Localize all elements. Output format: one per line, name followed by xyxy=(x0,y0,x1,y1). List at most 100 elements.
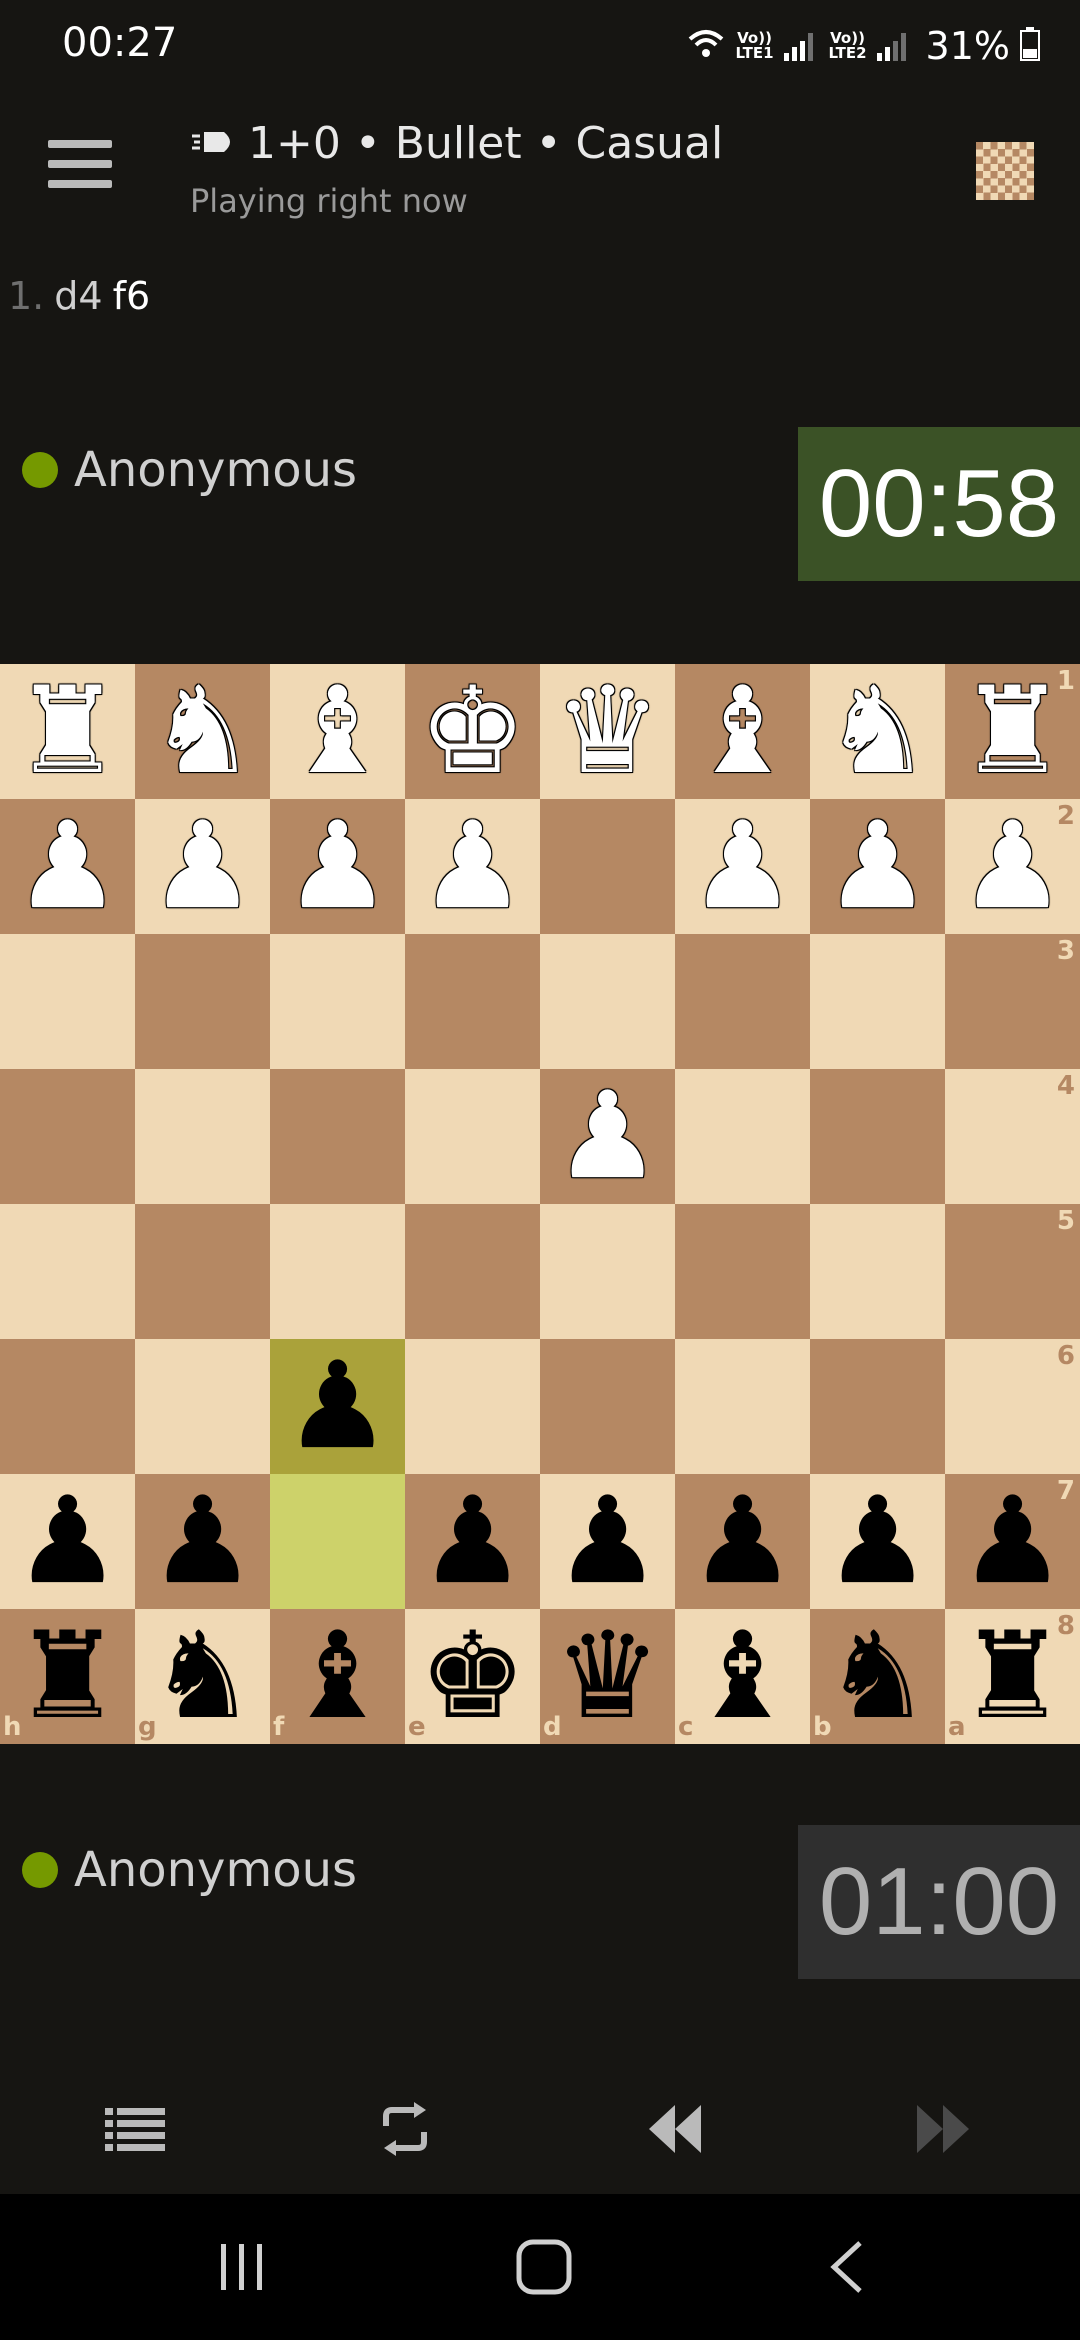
square-d3[interactable] xyxy=(540,934,675,1069)
black-pawn-icon[interactable]: ♟ xyxy=(554,1481,662,1602)
white-pawn-icon[interactable]: ♟ xyxy=(554,1076,662,1197)
white-bishop-icon[interactable]: ♝ xyxy=(689,671,797,792)
black-bishop-icon[interactable]: ♝ xyxy=(284,1616,392,1737)
board-settings-button[interactable] xyxy=(976,142,1034,200)
black-rook-icon[interactable]: ♜ xyxy=(959,1616,1067,1737)
square-b1[interactable]: ♞ xyxy=(810,664,945,799)
square-a7[interactable]: ♟ 7 xyxy=(945,1474,1080,1609)
square-h8[interactable]: ♜ h xyxy=(0,1609,135,1744)
white-pawn-icon[interactable]: ♟ xyxy=(419,806,527,927)
square-g8[interactable]: ♞ g xyxy=(135,1609,270,1744)
black-pawn-icon[interactable]: ♟ xyxy=(419,1481,527,1602)
square-c6[interactable] xyxy=(675,1339,810,1474)
square-b4[interactable] xyxy=(810,1069,945,1204)
square-e8[interactable]: ♚ e xyxy=(405,1609,540,1744)
square-e7[interactable]: ♟ xyxy=(405,1474,540,1609)
white-pawn-icon[interactable]: ♟ xyxy=(149,806,257,927)
square-h4[interactable] xyxy=(0,1069,135,1204)
square-b2[interactable]: ♟ xyxy=(810,799,945,934)
white-rook-icon[interactable]: ♜ xyxy=(14,671,122,792)
square-d2[interactable] xyxy=(540,799,675,934)
square-e2[interactable]: ♟ xyxy=(405,799,540,934)
square-c3[interactable] xyxy=(675,934,810,1069)
white-pawn-icon[interactable]: ♟ xyxy=(824,806,932,927)
square-b7[interactable]: ♟ xyxy=(810,1474,945,1609)
white-queen-icon[interactable]: ♛ xyxy=(554,671,662,792)
recents-button[interactable] xyxy=(192,2228,292,2306)
next-move-button[interactable] xyxy=(898,2094,988,2164)
square-e4[interactable] xyxy=(405,1069,540,1204)
flip-board-button[interactable] xyxy=(360,2094,450,2164)
black-pawn-icon[interactable]: ♟ xyxy=(824,1481,932,1602)
square-a8[interactable]: ♜ 8 a xyxy=(945,1609,1080,1744)
square-a2[interactable]: ♟ 2 xyxy=(945,799,1080,934)
square-b5[interactable] xyxy=(810,1204,945,1339)
square-f2[interactable]: ♟ xyxy=(270,799,405,934)
square-a5[interactable]: 5 xyxy=(945,1204,1080,1339)
square-e6[interactable] xyxy=(405,1339,540,1474)
square-e1[interactable]: ♚ xyxy=(405,664,540,799)
square-a3[interactable]: 3 xyxy=(945,934,1080,1069)
black-knight-icon[interactable]: ♞ xyxy=(149,1616,257,1737)
white-king-icon[interactable]: ♚ xyxy=(419,671,527,792)
white-pawn-icon[interactable]: ♟ xyxy=(14,806,122,927)
square-b6[interactable] xyxy=(810,1339,945,1474)
square-f8[interactable]: ♝ f xyxy=(270,1609,405,1744)
square-c4[interactable] xyxy=(675,1069,810,1204)
black-bishop-icon[interactable]: ♝ xyxy=(689,1616,797,1737)
square-h3[interactable] xyxy=(0,934,135,1069)
square-c1[interactable]: ♝ xyxy=(675,664,810,799)
black-pawn-icon[interactable]: ♟ xyxy=(149,1481,257,1602)
square-g4[interactable] xyxy=(135,1069,270,1204)
square-g3[interactable] xyxy=(135,934,270,1069)
black-pawn-icon[interactable]: ♟ xyxy=(14,1481,122,1602)
menu-button[interactable] xyxy=(48,140,112,196)
square-h6[interactable] xyxy=(0,1339,135,1474)
square-a1[interactable]: ♜ 1 xyxy=(945,664,1080,799)
home-button[interactable] xyxy=(494,2228,594,2306)
chess-board[interactable]: ♜ ♞ ♝ ♚ ♛ ♝ ♞ ♜ 1 ♟ ♟ ♟ ♟ ♟ ♟ ♟ 2 3 ♟ 4 5 ♟ 6 ♟ ♟ ♟ ♟ ♟ ♟ ♟ 7 ♜ h ♞ g ♝ f ♚ e ♛… xyxy=(0,664,1080,1744)
square-d5[interactable] xyxy=(540,1204,675,1339)
square-g1[interactable]: ♞ xyxy=(135,664,270,799)
square-c5[interactable] xyxy=(675,1204,810,1339)
square-f5[interactable] xyxy=(270,1204,405,1339)
system-back-button[interactable] xyxy=(796,2228,896,2306)
move-white[interactable]: d4 xyxy=(54,274,102,318)
square-f1[interactable]: ♝ xyxy=(270,664,405,799)
black-rook-icon[interactable]: ♜ xyxy=(14,1616,122,1737)
square-c7[interactable]: ♟ xyxy=(675,1474,810,1609)
black-pawn-icon[interactable]: ♟ xyxy=(689,1481,797,1602)
square-a4[interactable]: 4 xyxy=(945,1069,1080,1204)
square-h2[interactable]: ♟ xyxy=(0,799,135,934)
square-h5[interactable] xyxy=(0,1204,135,1339)
black-queen-icon[interactable]: ♛ xyxy=(554,1616,662,1737)
square-g7[interactable]: ♟ xyxy=(135,1474,270,1609)
white-knight-icon[interactable]: ♞ xyxy=(824,671,932,792)
square-f4[interactable] xyxy=(270,1069,405,1204)
square-h1[interactable]: ♜ xyxy=(0,664,135,799)
square-d8[interactable]: ♛ d xyxy=(540,1609,675,1744)
black-pawn-icon[interactable]: ♟ xyxy=(959,1481,1067,1602)
square-c2[interactable]: ♟ xyxy=(675,799,810,934)
square-a6[interactable]: 6 xyxy=(945,1339,1080,1474)
black-king-icon[interactable]: ♚ xyxy=(419,1616,527,1737)
white-pawn-icon[interactable]: ♟ xyxy=(959,806,1067,927)
square-g2[interactable]: ♟ xyxy=(135,799,270,934)
square-d6[interactable] xyxy=(540,1339,675,1474)
square-b3[interactable] xyxy=(810,934,945,1069)
square-f3[interactable] xyxy=(270,934,405,1069)
square-f6[interactable]: ♟ xyxy=(270,1339,405,1474)
white-pawn-icon[interactable]: ♟ xyxy=(284,806,392,927)
white-rook-icon[interactable]: ♜ xyxy=(959,671,1067,792)
square-g6[interactable] xyxy=(135,1339,270,1474)
white-knight-icon[interactable]: ♞ xyxy=(149,671,257,792)
move-black[interactable]: f6 xyxy=(113,274,151,318)
square-h7[interactable]: ♟ xyxy=(0,1474,135,1609)
square-d4[interactable]: ♟ xyxy=(540,1069,675,1204)
square-b8[interactable]: ♞ b xyxy=(810,1609,945,1744)
white-pawn-icon[interactable]: ♟ xyxy=(689,806,797,927)
square-f7[interactable] xyxy=(270,1474,405,1609)
square-d1[interactable]: ♛ xyxy=(540,664,675,799)
previous-move-button[interactable] xyxy=(630,2094,720,2164)
square-c8[interactable]: ♝ c xyxy=(675,1609,810,1744)
